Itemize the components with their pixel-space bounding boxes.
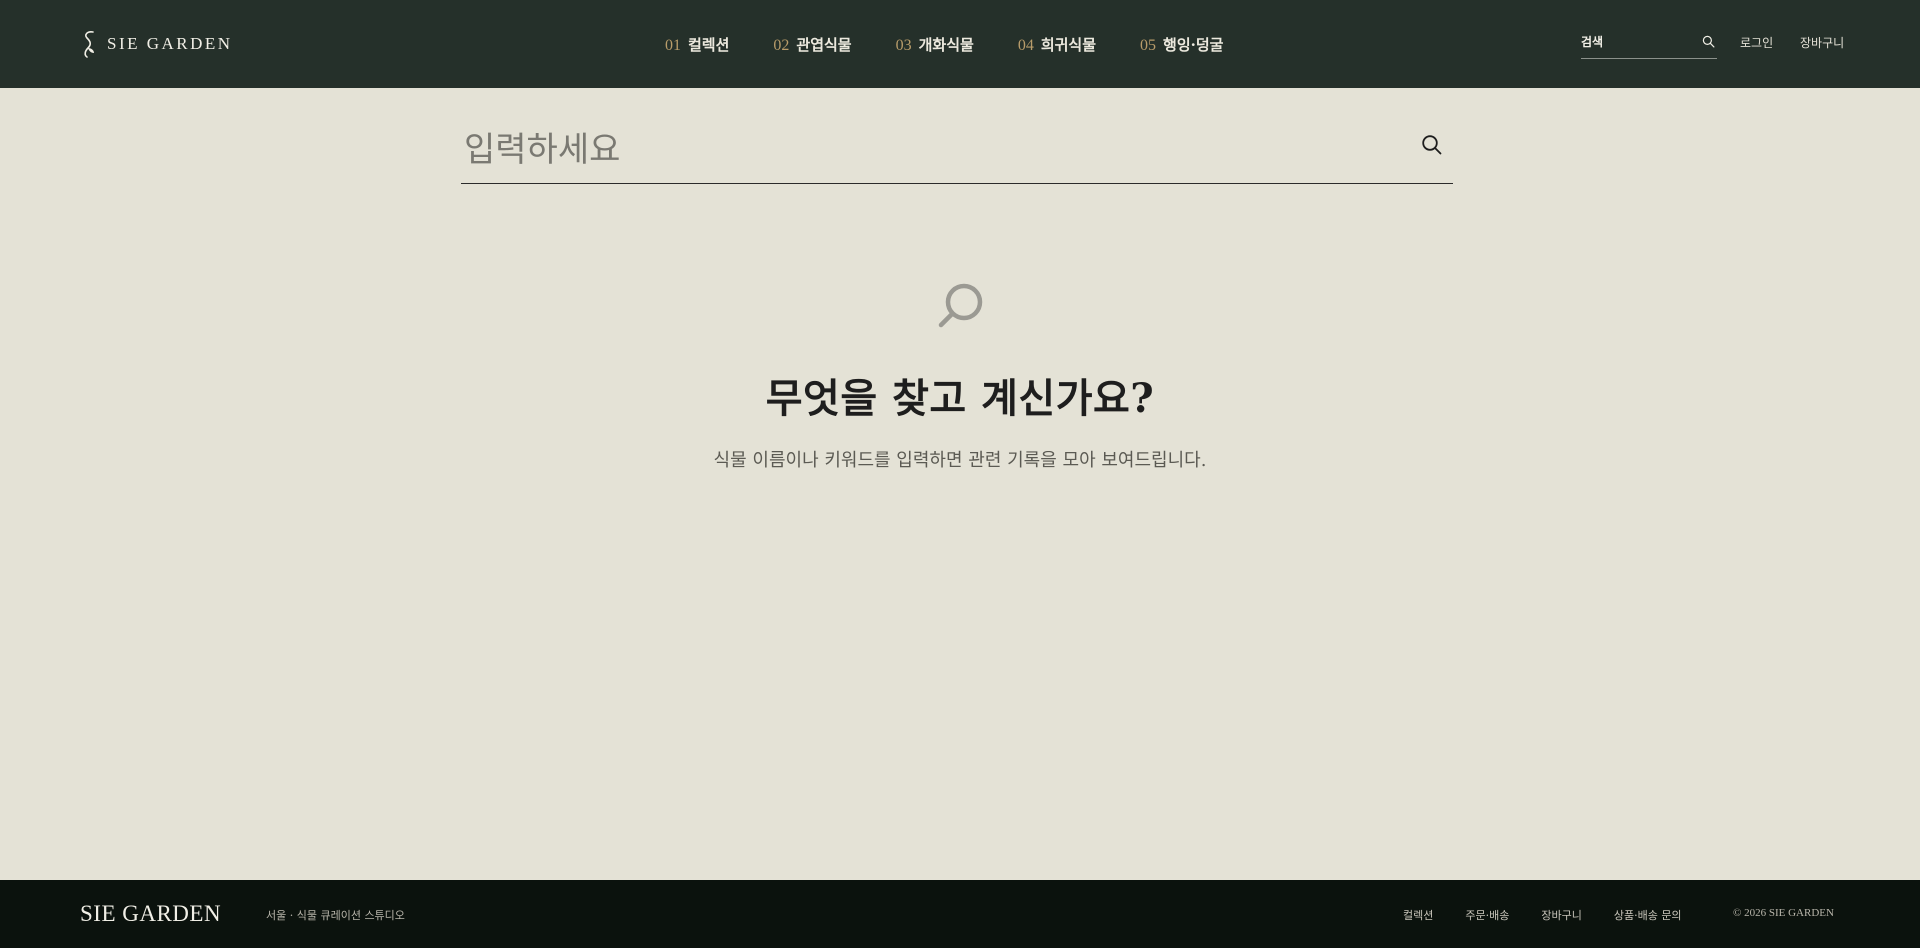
search-icon[interactable] (1702, 35, 1715, 48)
search-icon (1422, 135, 1442, 155)
search-submit-button[interactable] (1419, 132, 1445, 158)
magnifier-empty-icon (938, 283, 983, 328)
logo-leaf-icon (84, 31, 94, 58)
empty-state: 무엇을 찾고 계신가요? 식물 이름이나 키워드를 입력하면 관련 기록을 모아… (0, 282, 1920, 472)
nav-item-flowering[interactable]: 03 개화식물 (896, 34, 974, 55)
footer-logo[interactable]: SIE GARDEN (80, 901, 221, 927)
nav-number: 04 (1017, 36, 1034, 54)
main-search-bar (461, 118, 1453, 184)
login-link[interactable]: 로그인 (1740, 34, 1773, 51)
nav-number: 03 (895, 36, 912, 54)
main-nav: 01 컬렉션 02 관엽식물 03 개화식물 04 희귀식물 05 행잉·덩굴 (665, 30, 1223, 58)
footer-copyright: © 2026 SIE GARDEN (1733, 907, 1834, 919)
header-search-field[interactable]: 검색 (1581, 30, 1717, 59)
footer-links: 컬렉션 주문·배송 장바구니 상품·배송 문의 (1403, 907, 1682, 923)
nav-item-foliage[interactable]: 02 관엽식물 (773, 34, 851, 55)
nav-label: 개화식물 (918, 35, 974, 54)
footer-link-collection[interactable]: 컬렉션 (1403, 907, 1433, 923)
footer-tagline: 서울 · 식물 큐레이션 스튜디오 (266, 909, 405, 922)
logo-text: SIE GARDEN (107, 34, 233, 53)
header-search-label: 검색 (1581, 34, 1604, 49)
nav-label: 행잉·덩굴 (1163, 35, 1224, 54)
nav-number: 02 (773, 36, 790, 54)
nav-label: 관엽식물 (796, 35, 852, 54)
nav-item-rare[interactable]: 04 희귀식물 (1018, 34, 1096, 55)
footer-link-orders[interactable]: 주문·배송 (1465, 907, 1509, 923)
nav-number: 01 (665, 36, 681, 54)
nav-label: 희귀식물 (1040, 35, 1097, 54)
nav-label: 컬렉션 (688, 35, 730, 54)
nav-item-collection[interactable]: 01 컬렉션 (665, 34, 729, 55)
empty-state-description: 식물 이름이나 키워드를 입력하면 관련 기록을 모아 보여드립니다. (713, 450, 1207, 471)
nav-item-hanging[interactable]: 05 행잉·덩굴 (1140, 34, 1223, 55)
footer-link-cart[interactable]: 장바구니 (1541, 907, 1581, 923)
nav-number: 05 (1140, 36, 1157, 54)
search-input[interactable] (461, 118, 1381, 182)
cart-link[interactable]: 장바구니 (1800, 34, 1844, 51)
site-footer: SIE GARDEN 서울 · 식물 큐레이션 스튜디오 컬렉션 주문·배송 장… (0, 880, 1920, 948)
empty-state-title: 무엇을 찾고 계신가요? (765, 375, 1155, 422)
footer-link-inquiry[interactable]: 상품·배송 문의 (1614, 907, 1682, 923)
site-header: SIE GARDEN 01 컬렉션 02 관엽식물 03 개화식물 04 희귀식… (0, 0, 1920, 88)
site-logo[interactable]: SIE GARDEN (79, 28, 233, 60)
